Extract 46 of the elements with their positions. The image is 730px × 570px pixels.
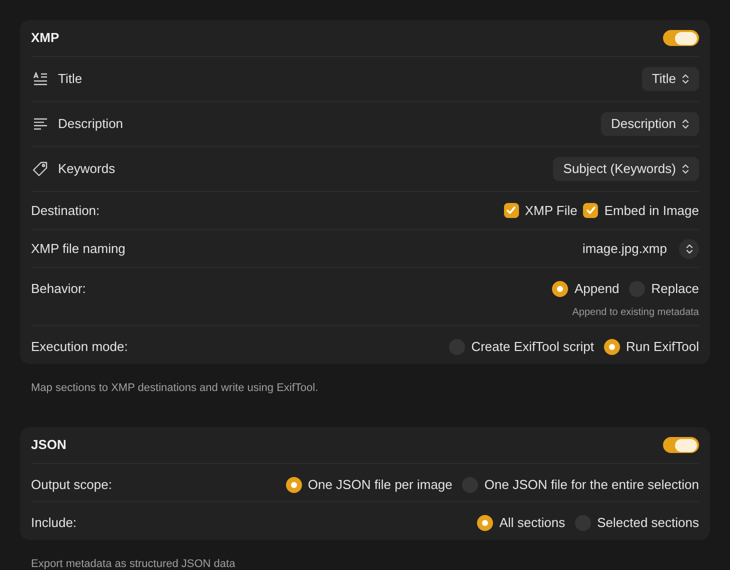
row-label: Execution mode: <box>31 338 128 356</box>
checkbox-label: Embed in Image <box>604 202 699 220</box>
radio-button[interactable] <box>477 514 494 531</box>
radio-label: One JSON file per image <box>308 476 452 494</box>
row-label: Destination: <box>31 202 100 220</box>
tag-icon <box>32 161 48 177</box>
row-label: XMP file naming <box>31 240 126 258</box>
radio-label: All sections <box>499 514 566 532</box>
field-dropdown[interactable]: Subject (Keywords) <box>553 157 699 181</box>
toggle-switch[interactable] <box>663 30 699 46</box>
radio-label: Append <box>574 280 620 298</box>
chevron-icon <box>682 74 689 84</box>
radio-label: Selected sections <box>597 514 699 532</box>
section-caption: Export metadata as structured JSON data <box>31 558 236 570</box>
row-label: Title <box>58 70 82 88</box>
checkmark-icon <box>586 206 596 215</box>
row-label: Behavior: <box>31 280 86 298</box>
field-dropdown[interactable]: Description <box>600 112 699 136</box>
checkbox[interactable] <box>583 203 598 218</box>
section-caption: Map sections to XMP destinations and write using ExifTool. <box>31 382 318 394</box>
text-format-icon <box>32 72 48 86</box>
hint-text: Append to existing metadata <box>572 306 699 320</box>
radio-button[interactable] <box>286 476 302 493</box>
file-name-value: image.jpg.xmp <box>582 240 667 258</box>
radio-button[interactable] <box>604 338 620 355</box>
toggle-switch[interactable] <box>663 437 699 453</box>
radio-button[interactable] <box>552 280 568 297</box>
chevron-icon <box>682 164 689 174</box>
radio-label: Create ExifTool script <box>471 338 594 356</box>
section-title: JSON <box>31 436 66 454</box>
chevron-icon <box>686 244 692 254</box>
text-lines-icon <box>32 118 48 130</box>
checkbox[interactable] <box>504 203 519 218</box>
checkmark-icon <box>506 206 516 215</box>
row-label: Keywords <box>58 160 116 178</box>
row-label: Output scope: <box>31 476 112 494</box>
row-label: Include: <box>31 514 77 532</box>
chevron-icon <box>682 119 689 129</box>
section-title: XMP <box>31 29 60 48</box>
radio-label: One JSON file for the entire selection <box>484 476 699 494</box>
stepper-button[interactable] <box>679 238 699 258</box>
field-dropdown[interactable]: Title <box>642 67 699 91</box>
radio-label: Run ExifTool <box>626 338 699 356</box>
checkbox-label: XMP File <box>524 202 578 220</box>
radio-label: Replace <box>651 280 699 298</box>
row-label: Description <box>58 115 124 134</box>
